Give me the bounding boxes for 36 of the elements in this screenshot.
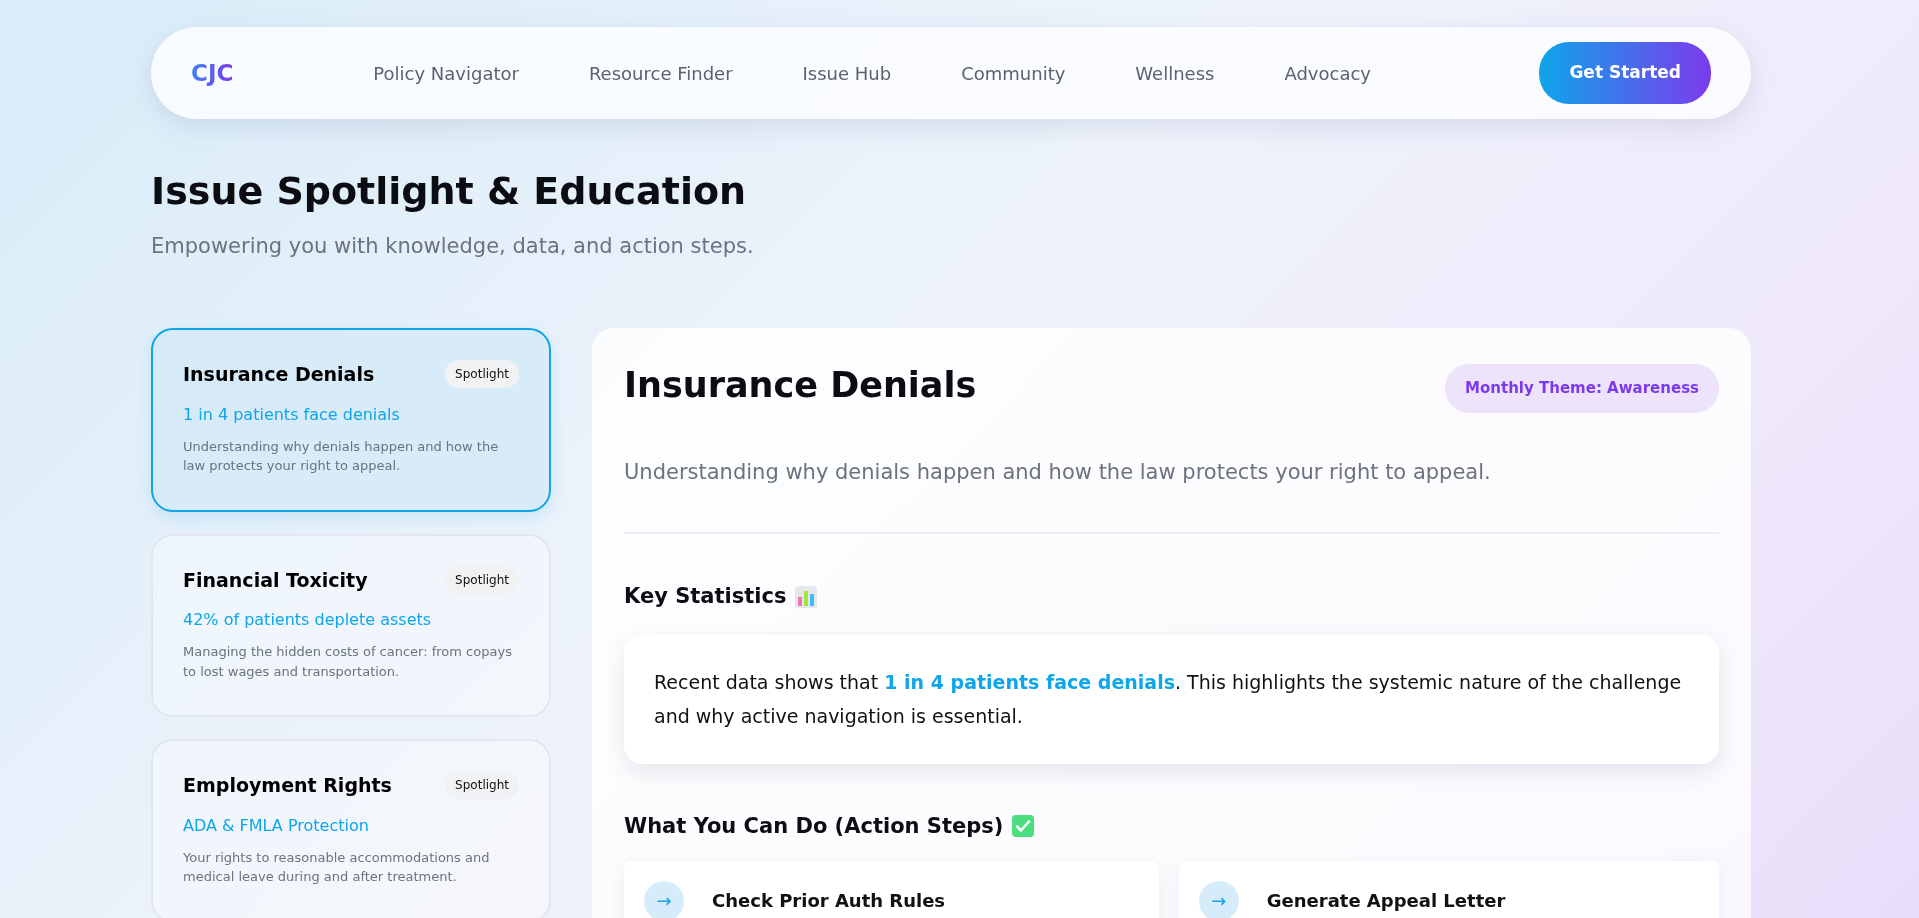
issue-statistic: ADA & FMLA Protection [183,814,370,837]
issue-title: Insurance Denials [183,362,375,388]
spotlight-tag: Spotlight [445,360,519,389]
issue-statistic: 42% of patients deplete assets [183,609,433,632]
issue-title: Financial Toxicity [183,567,368,593]
spotlight-tag: Spotlight [445,565,519,594]
check-icon [1011,814,1036,839]
detail-title: Insurance Denials [624,364,977,407]
issue-card[interactable]: Insurance Denials Spotlight 1 in 4 patients face denials Understanding why denials happen and how the law protects your right to appeal. [151,328,551,512]
bar-chart-icon [794,584,819,609]
nav-link[interactable]: Issue Hub [802,55,892,91]
issue-description: Your rights to reasonable accommodations and medical leave during and after treatment. [183,848,491,887]
page-title: Issue Spotlight & Education [151,169,748,215]
action-card[interactable]: → Check Prior Auth Rules [624,860,1159,918]
nav-link[interactable]: Wellness [1135,55,1215,91]
issue-card[interactable]: Employment Rights Spotlight ADA & FMLA Protection Your rights to reasonable accommodations and medical leave during and after treatment. [151,739,551,918]
action-label: Check Prior Auth Rules [712,889,946,914]
issue-description: Managing the hidden costs of cancer: from copays to lost wages and transportation. [183,643,513,681]
nav-link[interactable]: Resource Finder [588,55,733,91]
nav-link[interactable]: Policy Navigator [373,55,519,91]
nav-link[interactable]: Community [961,55,1066,91]
get-started-button[interactable]: Get Started [1539,42,1711,104]
page-subtitle: Empowering you with knowledge, data, and action steps. [151,232,755,260]
issue-card[interactable]: Financial Toxicity Spotlight 42% of patients deplete assets Managing the hidden costs of cancer: from copays to lost wages and transportation. [151,533,551,718]
issue-description: Understanding why denials happen and how the law protects your right to appeal. [183,437,500,476]
spotlight-tag: Spotlight [445,771,519,800]
theme-tag: Monthly Theme: Awareness [1445,364,1719,413]
section-heading: What You Can Do (Action Steps) [624,813,1004,839]
section-heading: Key Statistics [624,584,787,610]
issue-title: Employment Rights [183,773,392,799]
statistic-text: Recent data shows that 1 in 4 patients face denials. This highlights the systemic nature of the challenge and why active navigation is essential. [624,635,1719,764]
action-label: Generate Appeal Letter [1266,889,1506,914]
detail-description: Understanding why denials happen and how the law protects your right to appeal. [624,456,1719,535]
action-card[interactable]: → Generate Appeal Letter [1178,860,1719,918]
issue-statistic: 1 in 4 patients face denials [183,403,401,426]
nav-link[interactable]: Advocacy [1284,55,1371,91]
